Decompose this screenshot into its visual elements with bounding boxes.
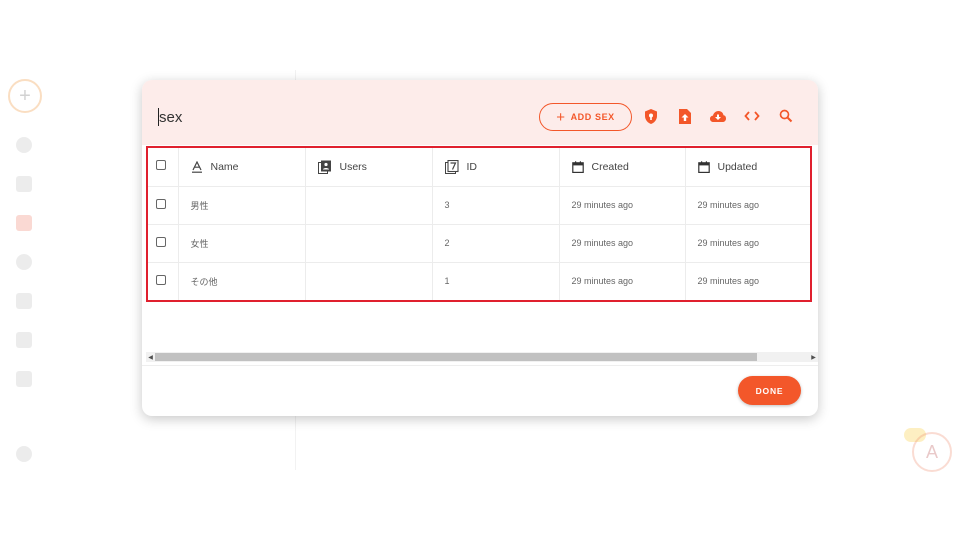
cell-created: 29 minutes ago [559, 186, 686, 225]
column-header-id-label: ID [466, 160, 478, 173]
column-header-created[interactable]: Created [559, 148, 686, 187]
cell-name[interactable]: 女性 [178, 224, 306, 263]
chart-icon [16, 332, 32, 348]
cell-id: 1 [432, 262, 560, 300]
user-files-icon [317, 160, 331, 174]
file-upload-icon[interactable] [676, 107, 694, 125]
document-icon [16, 371, 32, 387]
row-select-cell [148, 262, 179, 300]
search-icon[interactable] [777, 107, 795, 125]
cell-name[interactable]: 男性 [178, 186, 306, 225]
code-icon[interactable] [743, 107, 761, 125]
column-header-updated[interactable]: Updated [685, 148, 810, 187]
data-table-container: Name Users ID Created Updated 男性 3 29 mi… [146, 146, 812, 302]
cell-created: 29 minutes ago [559, 224, 686, 263]
table-dialog: sex + ADD SEX Name Users ID Created Upda… [142, 80, 818, 416]
cell-users[interactable] [305, 262, 433, 300]
cell-users[interactable] [305, 224, 433, 263]
verified-icon [16, 446, 32, 462]
dialog-title[interactable]: sex [159, 109, 182, 126]
row-checkbox[interactable] [156, 275, 166, 286]
window-icon [16, 176, 32, 192]
cell-updated: 29 minutes ago [685, 186, 810, 225]
row-select-cell [148, 186, 179, 225]
add-button-label: ADD SEX [570, 112, 615, 122]
background-sidebar: + [0, 0, 50, 540]
cell-created: 29 minutes ago [559, 262, 686, 300]
add-icon: + [8, 79, 42, 113]
column-header-id[interactable]: ID [432, 148, 560, 187]
scrollbar-thumb[interactable] [155, 353, 757, 361]
add-sex-button[interactable]: + ADD SEX [539, 103, 632, 131]
dialog-header: sex + ADD SEX [142, 80, 818, 145]
app-logo-icon: A [912, 432, 952, 472]
select-all-checkbox[interactable] [156, 160, 166, 171]
table-row[interactable]: その他 1 29 minutes ago 29 minutes ago [148, 262, 810, 300]
plus-icon: + [556, 108, 566, 126]
calendar-icon [571, 161, 584, 173]
cell-name[interactable]: その他 [178, 262, 306, 300]
calendar-icon [697, 161, 710, 173]
files-icon [16, 215, 32, 231]
cell-id: 2 [432, 224, 560, 263]
column-header-created-label: Created [591, 160, 629, 173]
shield-icon[interactable] [642, 107, 660, 125]
column-header-updated-label: Updated [717, 160, 758, 173]
gear-icon [16, 254, 32, 270]
scroll-left-arrow-icon[interactable]: ◀ [146, 352, 155, 362]
cell-id: 3 [432, 186, 560, 225]
header-select-all [148, 148, 179, 187]
horizontal-scrollbar[interactable]: ◀ ▶ [146, 352, 818, 362]
palette-icon [16, 137, 32, 153]
row-select-cell [148, 224, 179, 263]
column-header-name[interactable]: Name [178, 148, 306, 187]
cell-updated: 29 minutes ago [685, 224, 810, 263]
cloud-download-icon[interactable] [709, 107, 727, 125]
table-row[interactable]: 男性 3 29 minutes ago 29 minutes ago [148, 186, 810, 225]
table-header-row: Name Users ID Created Updated [148, 148, 810, 187]
scroll-right-arrow-icon[interactable]: ▶ [809, 352, 818, 362]
cell-updated: 29 minutes ago [697, 276, 760, 287]
row-checkbox[interactable] [156, 237, 166, 247]
column-header-name-label: Name [210, 160, 239, 173]
column-header-users-label: Users [339, 160, 367, 173]
number-seven-icon [444, 159, 459, 174]
data-table: Name Users ID Created Updated 男性 3 29 mi… [148, 148, 810, 300]
done-button[interactable]: DONE [738, 376, 801, 405]
column-header-users[interactable]: Users [305, 148, 433, 187]
check-icon [16, 293, 32, 309]
row-checkbox[interactable] [156, 199, 166, 209]
table-row[interactable]: 女性 2 29 minutes ago 29 minutes ago [148, 224, 810, 263]
text-format-icon [191, 160, 202, 173]
footer-divider [142, 365, 818, 366]
cell-users[interactable] [305, 186, 433, 225]
